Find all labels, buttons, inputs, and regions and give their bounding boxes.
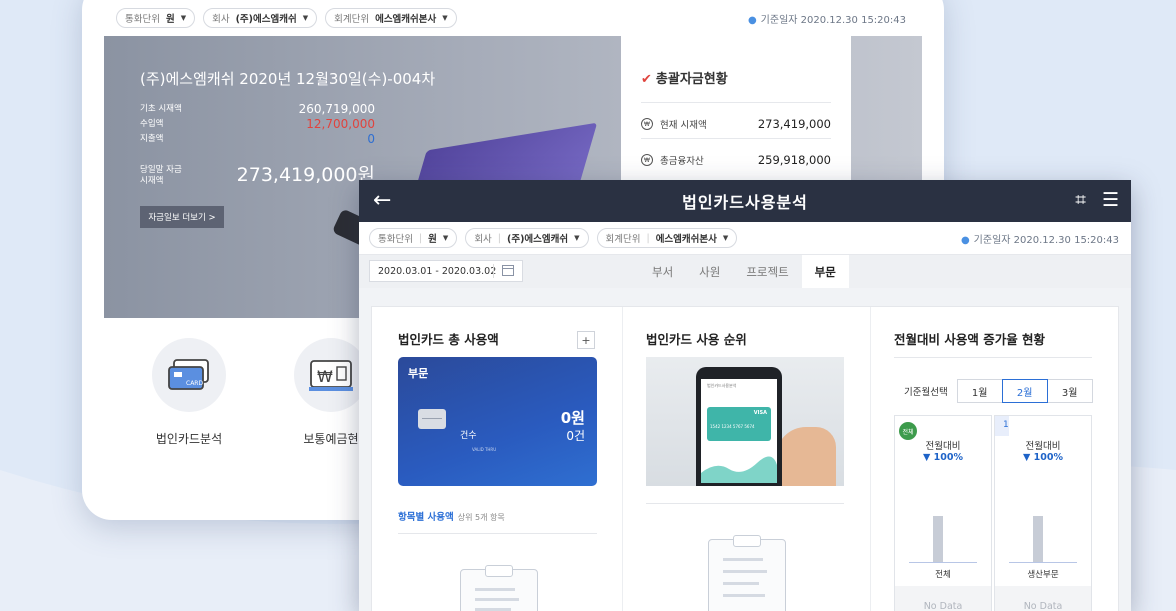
card-valid-thru: VALID THRU — [472, 447, 497, 452]
won-icon: ₩ — [641, 154, 653, 166]
ranking-illustration: 법인카드사용분석 VISA 1542 1234 5767 5674 — [646, 357, 844, 486]
menu-corporate-card[interactable]: CARD 법인카드분석 — [134, 338, 244, 447]
empty-list-icon — [460, 565, 538, 611]
chevron-down-icon: ▼ — [180, 14, 187, 22]
check-icon: ✔ — [641, 72, 652, 87]
total-assets-row: ₩ 총금융자산 259,918,000 — [641, 138, 831, 167]
card-title: 부문 — [408, 367, 429, 380]
svg-text:₩: ₩ — [317, 367, 333, 386]
currency-filter[interactable]: 통화단위 원 ▼ — [116, 8, 196, 28]
opening-balance-row: 기초 시재액 260,719,000 — [140, 102, 375, 116]
currency-filter[interactable]: 통화단위 | 원 ▼ — [369, 228, 458, 248]
report-title: (주)에스엠캐쉬 2020년 12월30일(수)-004차 — [140, 70, 436, 88]
month-1-button[interactable]: 1월 — [956, 379, 1003, 403]
card-icon: CARD — [168, 359, 209, 390]
accounting-unit-filter[interactable]: 회계단위 | 에스엠캐쉬본사 ▼ — [596, 228, 738, 248]
cash-report-more-button[interactable]: 자금일보 더보기 > — [140, 206, 224, 228]
change-rate: ▼ 100% — [923, 452, 963, 463]
card-count: 0건 — [566, 429, 585, 443]
card-amount: 0원 — [560, 409, 585, 427]
month-2-button[interactable]: 2월 — [1001, 379, 1048, 403]
filter-bar: 통화단위 원 ▼ 회사 (주)에스엠캐쉬 ▼ 회계단위 에스엠캐쉬본사 ▼ ● 기준일자 20… — [104, 0, 922, 37]
total-usage-title: 법인카드 총 사용액 — [398, 332, 499, 347]
ending-balance: 당일말 자금 시재액 273,419,000원 — [140, 164, 375, 186]
item-usage-title: 항목별 사용액 상위 5개 항목 — [398, 512, 505, 523]
expense-row: 지출액 0 — [140, 132, 375, 146]
company-filter[interactable]: 회사 | (주)에스엠캐쉬 ▼ — [465, 228, 589, 248]
division-card[interactable]: 부문 건수 0원 0건 VALID THRU — [398, 357, 597, 486]
chevron-down-icon: ▼ — [574, 234, 580, 242]
chevron-down-icon: ▼ — [442, 234, 449, 242]
won-icon: ₩ — [641, 118, 653, 130]
chevron-down-icon: ▼ — [442, 14, 448, 22]
content-area: 법인카드 총 사용액 + 부문 건수 0원 0건 VALID THRU 항목별 … — [359, 288, 1131, 611]
crop-icon[interactable]: ⌗ — [1075, 189, 1086, 211]
usage-ranking-title: 법인카드 사용 순위 — [646, 332, 747, 347]
usage-bar — [933, 516, 943, 562]
count-label: 건수 — [460, 431, 477, 441]
calendar-icon[interactable] — [502, 265, 514, 276]
base-date: ● 기준일자 2020.12.30 15:20:43 — [960, 234, 1119, 246]
page-title: 법인카드사용분석 — [682, 193, 808, 212]
clock-icon: ● — [747, 14, 757, 26]
rank-number: 1 — [1003, 420, 1009, 430]
tab-division[interactable]: 부문 — [801, 255, 849, 289]
cash-icon: ₩ — [309, 360, 353, 391]
analysis-panel: 법인카드 총 사용액 + 부문 건수 0원 0건 VALID THRU 항목별 … — [371, 306, 1119, 611]
clock-icon: ● — [960, 234, 970, 246]
add-button[interactable]: + — [577, 331, 595, 349]
month-3-button[interactable]: 3월 — [1046, 379, 1093, 403]
corporate-card-analysis-window: ← 법인카드사용분석 ⌗ ☰ 통화단위 | 원 ▼ 회사 | (주)에스엠캐쉬 ▼ 회계단위… — [359, 180, 1131, 611]
chevron-down-icon: ▼ — [302, 14, 309, 22]
menu-icon[interactable]: ☰ — [1102, 189, 1119, 211]
filter-bar: 통화단위 | 원 ▼ 회사 | (주)에스엠캐쉬 ▼ 회계단위 | 에스엠캐쉬본사 ▼ ● 기준일자… — [359, 222, 1131, 255]
accounting-unit-filter[interactable]: 회계단위 에스엠캐쉬본사 ▼ — [325, 8, 457, 28]
area-chart-icon — [701, 456, 777, 483]
tab-department[interactable]: 부서 — [639, 255, 686, 289]
chevron-down-icon: ▼ — [722, 234, 729, 242]
usage-bar — [1033, 516, 1043, 562]
company-filter[interactable]: 회사 (주)에스엠캐쉬 ▼ — [203, 8, 318, 28]
view-tabs: 부서 사원 프로젝트 부문 — [639, 255, 849, 289]
stat-card-production[interactable]: 1 전월대비 ▼ 100% 생산부문 No Data — [994, 415, 1092, 611]
stat-card-total[interactable]: 전체 전월대비 ▼ 100% 전체 No Data — [894, 415, 992, 611]
fund-summary-title: ✔ 총괄자금현황 — [641, 72, 728, 87]
month-selector: 기준월선택 1월 2월 3월 — [904, 379, 1093, 403]
tab-project[interactable]: 프로젝트 — [733, 255, 801, 289]
tab-employee[interactable]: 사원 — [686, 255, 733, 289]
chip-icon — [418, 409, 446, 429]
app-header: ← 법인카드사용분석 ⌗ ☰ — [359, 180, 1131, 222]
current-cash-row: ₩ 현재 시재액 273,419,000 — [641, 102, 831, 131]
no-data-label: No Data — [895, 586, 991, 611]
back-arrow-icon[interactable]: ← — [373, 188, 391, 213]
base-date: ● 기준일자 2020.12.30 15:20:43 — [747, 14, 906, 26]
tab-bar: 2020.03.01 - 2020.03.02 부서 사원 프로젝트 부문 — [359, 255, 1131, 289]
date-range-picker[interactable]: 2020.03.01 - 2020.03.02 — [369, 260, 523, 282]
svg-text:CARD: CARD — [186, 380, 203, 387]
no-data-label: No Data — [995, 586, 1091, 611]
month-over-month-title: 전월대비 사용액 증가율 현황 — [894, 332, 1046, 347]
income-row: 수입액 12,700,000 — [140, 117, 375, 131]
change-rate: ▼ 100% — [1023, 452, 1063, 463]
empty-list-icon — [708, 535, 786, 611]
